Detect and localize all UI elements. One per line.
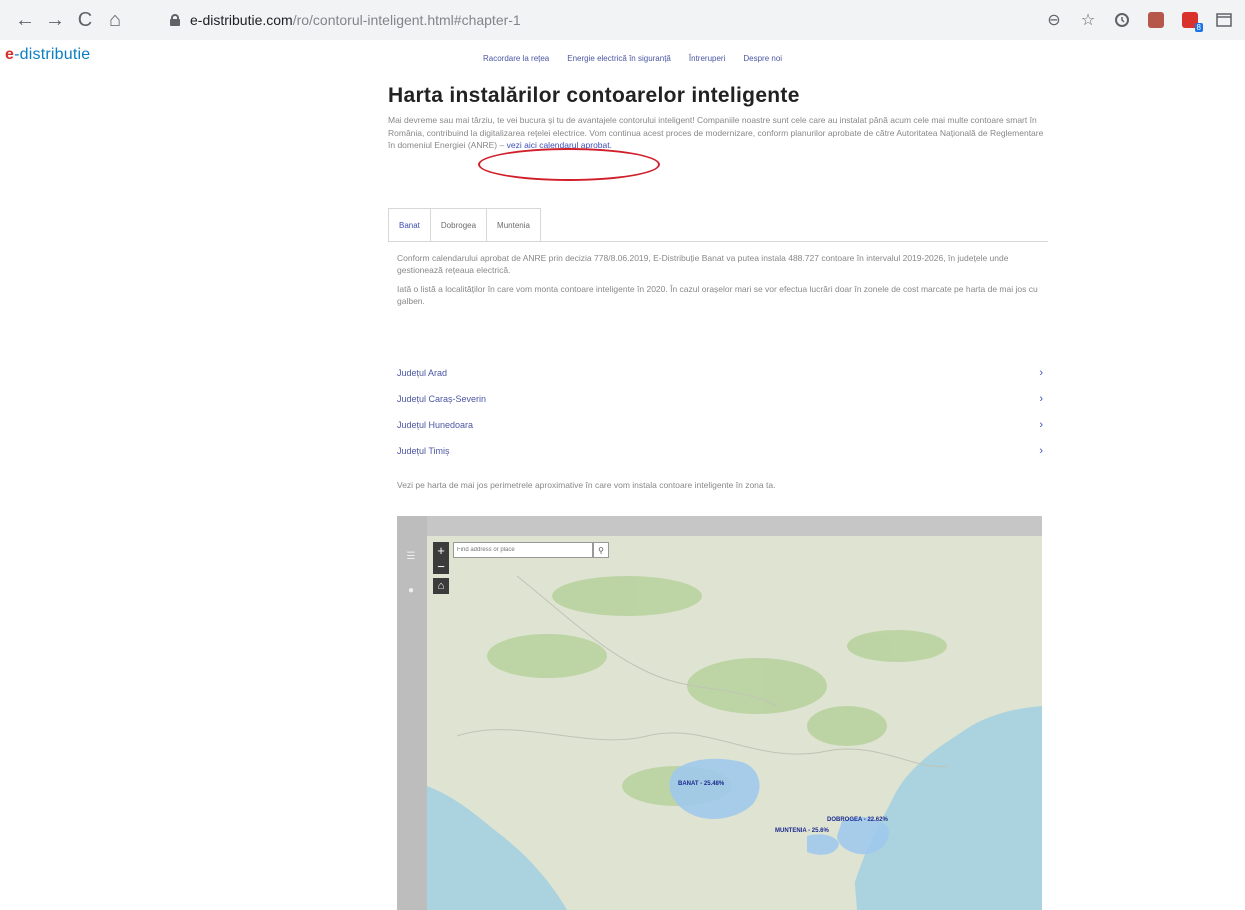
page-title: Harta instalărilor contoarelor inteligen… — [388, 84, 800, 107]
zoom-icon[interactable]: ⊖ — [1041, 8, 1067, 32]
extension-history-icon[interactable] — [1109, 8, 1135, 32]
main-content: Harta instalărilor contoarelor inteligen… — [388, 84, 1048, 910]
nav-item-intreruperi[interactable]: Întreruperi — [689, 54, 725, 63]
county-item-caras-severin[interactable]: Județul Caraș-Severin › — [397, 386, 1045, 412]
map-search-input[interactable] — [453, 542, 593, 558]
intro-text: Mai devreme sau mai târziu, te vei bucur… — [388, 115, 1044, 150]
region-label-dobrogea: DOBROGEA - 22.62% — [827, 817, 888, 823]
region-label-muntenia: MUNTENIA - 25.6% — [775, 828, 829, 834]
county-item-hunedoara[interactable]: Județul Hunedoara › — [397, 412, 1045, 438]
browser-actions: ⊖ ☆ 8 — [1041, 8, 1237, 32]
tab-panel-banat: Conform calendarului aprobat de ANRE pri… — [397, 252, 1045, 307]
extension-app-icon[interactable] — [1143, 8, 1169, 32]
tab-muntenia[interactable]: Muntenia — [486, 208, 541, 242]
map-widget[interactable]: ☰ ● BANAT - 25.48% DOBROGEA - 22.62% MUN… — [397, 516, 1042, 910]
tabs-divider — [388, 241, 1048, 242]
intro-paragraph: Mai devreme sau mai târziu, te vei bucur… — [388, 114, 1046, 152]
extension-badge-icon[interactable]: 8 — [1177, 8, 1203, 32]
basemap — [427, 536, 1042, 910]
calendar-link[interactable]: vezi aici calendarul aprobat. — [507, 140, 612, 150]
browser-toolbar: ← → C ⌂ e-distributie.com/ro/contorul-in… — [0, 0, 1245, 40]
back-arrow-icon[interactable]: ← — [10, 5, 40, 35]
county-label: Județul Hunedoara — [397, 420, 474, 430]
chevron-right-icon: › — [1039, 419, 1043, 431]
nav-item-racordare[interactable]: Racordare la rețea — [483, 54, 549, 63]
forward-arrow-icon[interactable]: → — [40, 5, 70, 35]
nav-item-energie[interactable]: Energie electrică în siguranță — [567, 54, 671, 63]
chevron-right-icon: › — [1039, 367, 1043, 379]
address-bar[interactable]: e-distributie.com/ro/contorul-inteligent… — [170, 6, 521, 34]
county-label: Județul Caraș-Severin — [397, 394, 487, 404]
map-search-icon[interactable]: ⚲ — [593, 542, 609, 558]
home-icon[interactable]: ⌂ — [100, 5, 130, 35]
region-tabs: Banat Dobrogea Muntenia — [388, 208, 541, 242]
map-side-panel — [397, 516, 427, 910]
layers-menu-icon[interactable]: ☰ — [404, 550, 418, 562]
chevron-right-icon: › — [1039, 445, 1043, 457]
reload-icon[interactable]: C — [70, 5, 100, 35]
zoom-in-button[interactable]: + — [433, 542, 449, 558]
url-path: /ro/contorul-inteligent.html#chapter-1 — [292, 12, 521, 28]
info-icon[interactable]: ● — [404, 584, 418, 596]
bookmark-star-icon[interactable]: ☆ — [1075, 8, 1101, 32]
region-label-banat: BANAT - 25.48% — [678, 781, 725, 787]
site-header: e-distributie Racordare la rețea Energie… — [0, 40, 1245, 74]
zoom-out-button[interactable]: − — [433, 558, 449, 574]
top-navigation: Racordare la rețea Energie electrică în … — [483, 54, 782, 63]
nav-item-despre-noi[interactable]: Despre noi — [743, 54, 782, 63]
extension-badge-count: 8 — [1194, 23, 1203, 32]
lock-icon — [170, 14, 180, 26]
tab-paragraph-localities: Iată o listă a localităților în care vom… — [397, 284, 1038, 306]
red-highlight-ellipse — [478, 148, 660, 181]
map-canvas[interactable]: BANAT - 25.48% DOBROGEA - 22.62% MUNTENI… — [427, 536, 1042, 910]
tab-banat[interactable]: Banat — [388, 208, 430, 242]
county-accordion: Județul Arad › Județul Caraș-Severin › Jud… — [397, 360, 1045, 464]
site-logo[interactable]: e-distributie — [5, 46, 90, 64]
map-caption: Vezi pe harta de mai jos perimetrele apr… — [397, 480, 776, 490]
url-domain: e-distributie.com — [190, 12, 293, 28]
map-home-icon[interactable]: ⌂ — [433, 578, 449, 594]
chevron-right-icon: › — [1039, 393, 1043, 405]
county-item-arad[interactable]: Județul Arad › — [397, 360, 1045, 386]
logo-text: -distributie — [14, 46, 91, 63]
tab-paragraph-calendar: Conform calendarului aprobat de ANRE pri… — [397, 253, 1009, 275]
county-label: Județul Arad — [397, 368, 448, 378]
tab-dobrogea[interactable]: Dobrogea — [429, 208, 487, 242]
extension-window-icon[interactable] — [1211, 8, 1237, 32]
logo-e-mark: e — [5, 46, 15, 63]
county-item-timis[interactable]: Județul Timiș › — [397, 438, 1045, 464]
county-label: Județul Timiș — [397, 446, 450, 456]
